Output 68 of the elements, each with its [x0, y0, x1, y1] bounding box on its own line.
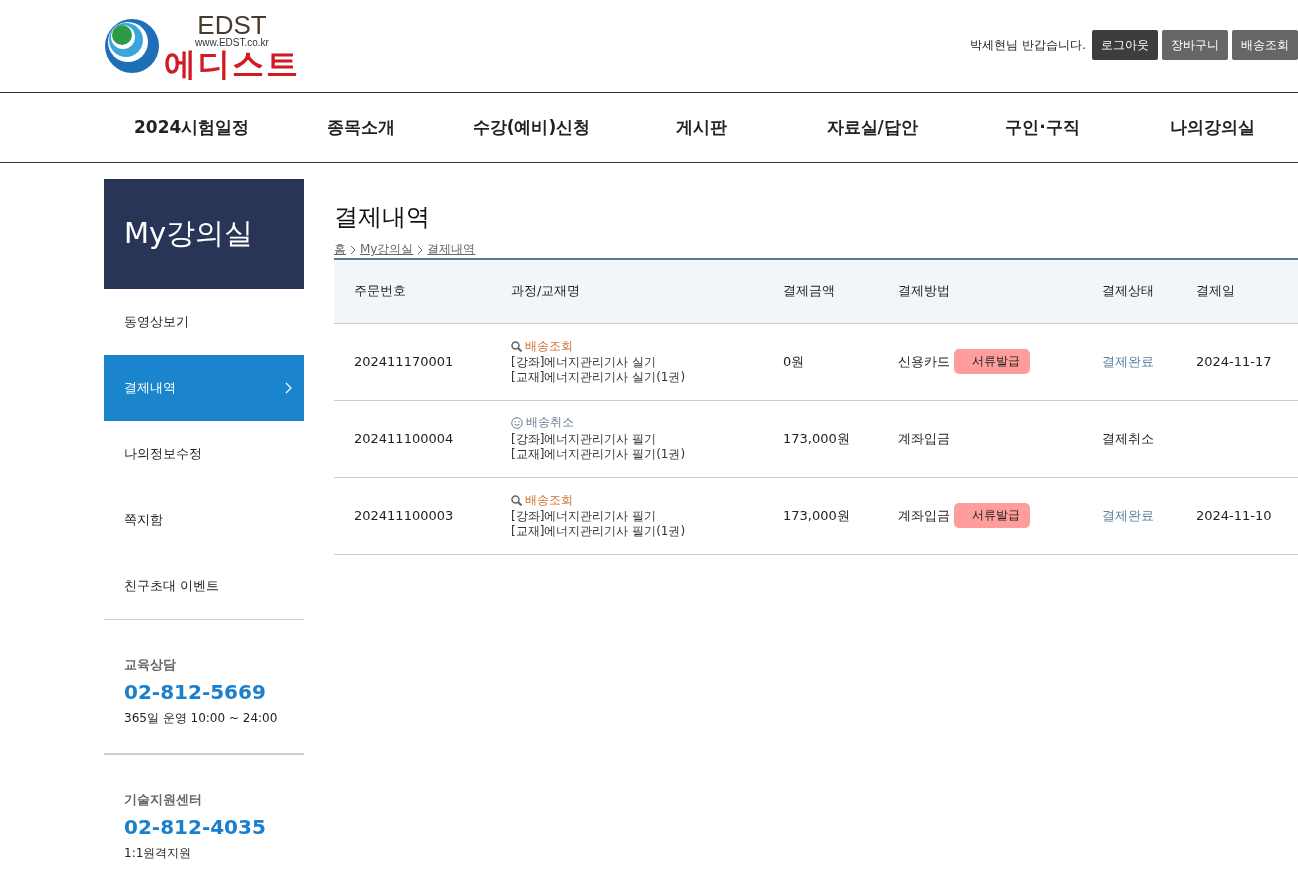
course-name: [교재]에너지관리기사 필기(1권)	[511, 446, 687, 462]
payment-date: 2024-11-17	[1196, 354, 1272, 369]
nav-link[interactable]: 나의강의실	[1127, 116, 1298, 139]
nav-link[interactable]: 게시판	[616, 116, 787, 139]
sidebar-item[interactable]: 쪽지함	[104, 487, 304, 553]
nav-link[interactable]: 종목소개	[275, 116, 447, 139]
delivery-link[interactable]: 배송조회	[511, 338, 573, 354]
nav-link[interactable]: 2024시험일정	[104, 116, 276, 139]
sidebar-item[interactable]: 친구초대 이벤트	[104, 553, 304, 619]
breadcrumb-link[interactable]: 결제내역	[427, 241, 476, 258]
status-link[interactable]: 결제완료	[1102, 507, 1154, 523]
amount: 173,000원	[763, 477, 878, 554]
status-text: 결제취소	[1102, 430, 1154, 446]
receipt-button[interactable]: 서류발급	[954, 503, 1030, 528]
column-header: 결제일	[1176, 259, 1298, 323]
column-header: 주문번호	[334, 259, 491, 323]
nav-link[interactable]: 구인·구직	[957, 116, 1128, 139]
status-link[interactable]: 결제완료	[1102, 353, 1154, 369]
column-header: 과정/교재명	[491, 259, 763, 323]
search-icon	[511, 494, 522, 506]
chevron-icon	[285, 382, 292, 394]
course-name: [교재]에너지관리기사 실기(1권)	[511, 369, 687, 385]
order-number: 202411170001	[334, 323, 491, 400]
contact-note: 1:1원격지원	[124, 845, 193, 862]
course-name: [강좌]에너지관리기사 실기	[511, 354, 658, 370]
order-number: 202411100004	[334, 400, 491, 477]
chevron-icon	[350, 244, 356, 255]
order-number: 202411100003	[334, 477, 491, 554]
contact-note: 365일 운영 10:00 ~ 24:00	[124, 710, 279, 727]
page-title: 결제내역	[334, 202, 431, 233]
course-name: [강좌]에너지관리기사 필기	[511, 431, 658, 447]
receipt-button[interactable]: 서류발급	[954, 349, 1030, 374]
phone-number: 02-812-4035	[124, 815, 267, 839]
contact-title: 교육상담	[124, 656, 177, 674]
course-name: [강좌]에너지관리기사 필기	[511, 508, 658, 524]
sidebar-title: My강의실	[104, 179, 304, 289]
breadcrumb-link[interactable]: 홈	[334, 241, 346, 258]
logo-name: 에디스트	[164, 48, 300, 80]
column-header: 결제상태	[1082, 259, 1176, 323]
logo-url: www.EDST.co.kr	[195, 38, 269, 48]
logo-brand: EDST	[197, 12, 267, 38]
phone-number: 02-812-5669	[124, 680, 267, 704]
smile-icon	[511, 416, 523, 429]
logo-icon	[104, 18, 160, 74]
delivery-link[interactable]: 배송조회	[511, 492, 573, 508]
sidebar-item[interactable]: 결제내역	[104, 355, 304, 421]
payment-date: 2024-11-10	[1196, 508, 1272, 523]
chevron-icon	[417, 244, 424, 255]
payment-method: 신용카드	[898, 352, 950, 371]
header-button[interactable]: 로그아웃	[1092, 30, 1158, 60]
header-button[interactable]: 배송조회	[1232, 30, 1298, 60]
search-icon	[511, 340, 522, 352]
payment-method: 계좌입금	[898, 429, 950, 448]
nav-link[interactable]: 자료실/답안	[787, 116, 958, 139]
delivery-link[interactable]: 배송취소	[511, 415, 574, 431]
sidebar-item[interactable]: 동영상보기	[104, 289, 304, 355]
nav-link[interactable]: 수강(예비)신청	[446, 116, 617, 139]
breadcrumb-link[interactable]: My강의실	[360, 241, 414, 258]
column-header: 결제금액	[763, 259, 878, 323]
payment-method: 계좌입금	[898, 506, 950, 525]
amount: 173,000원	[763, 400, 878, 477]
greeting-text: 박세현님 반갑습니다.	[970, 36, 1086, 54]
sidebar-item[interactable]: 나의정보수정	[104, 421, 304, 487]
contact-title: 기술지원센터	[124, 791, 203, 809]
course-name: [교재]에너지관리기사 필기(1권)	[511, 523, 687, 539]
column-header: 결제방법	[878, 259, 1082, 323]
header-button[interactable]: 장바구니	[1162, 30, 1228, 60]
amount: 0원	[763, 323, 878, 400]
